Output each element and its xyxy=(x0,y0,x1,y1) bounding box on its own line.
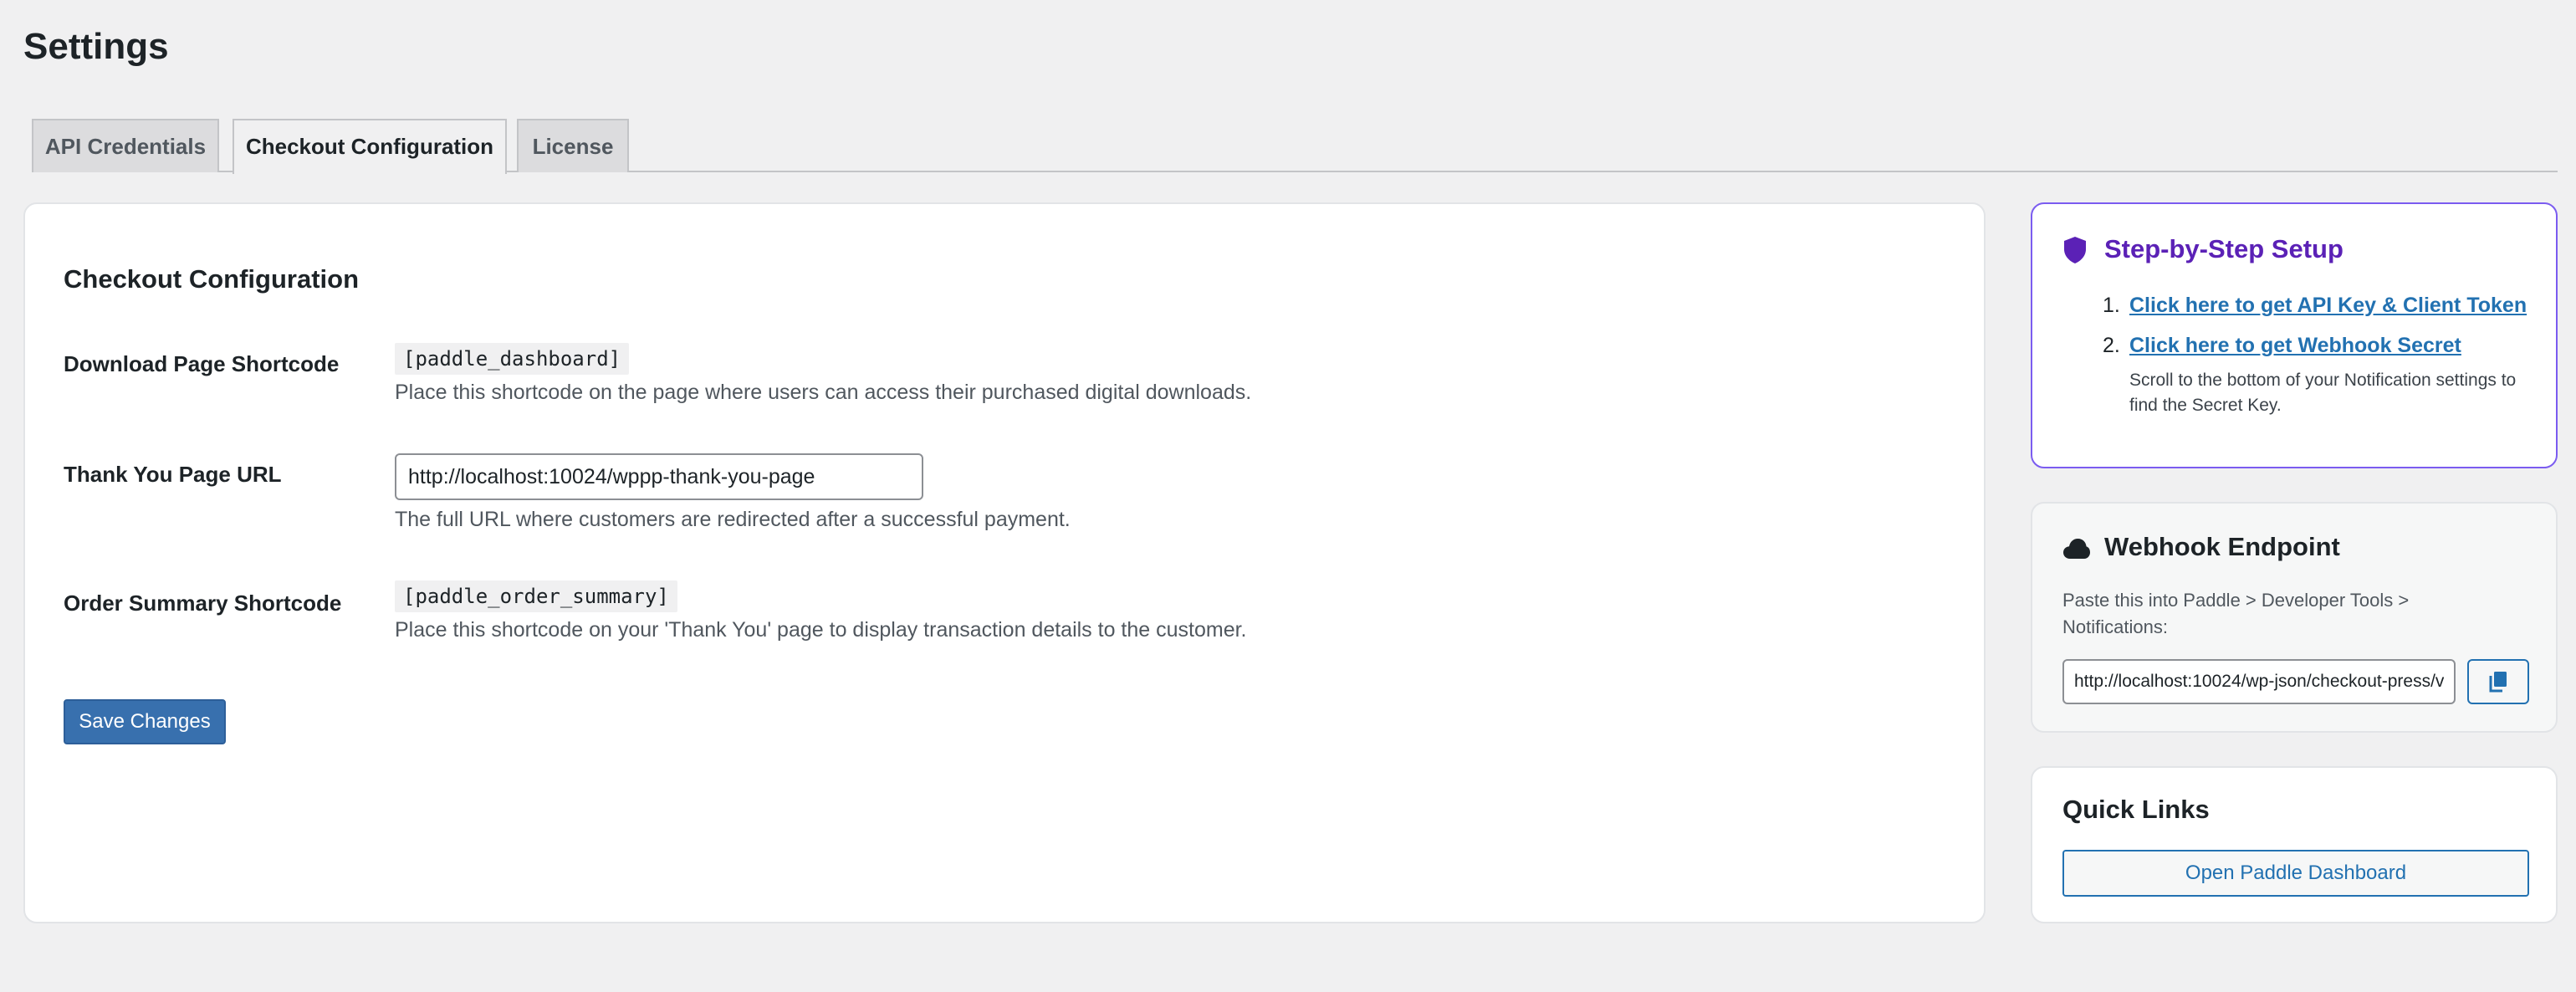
section-title: Checkout Configuration xyxy=(64,264,360,294)
open-paddle-dashboard-button[interactable]: Open Paddle Dashboard xyxy=(2062,850,2529,897)
order-summary-shortcode-help: Place this shortcode on your 'Thank You'… xyxy=(395,618,1247,642)
webhook-title: Webhook Endpoint xyxy=(2104,532,2340,561)
setup-title: Step-by-Step Setup xyxy=(2104,234,2343,263)
shield-icon xyxy=(2064,237,2086,263)
quick-links-title: Quick Links xyxy=(2062,795,2210,824)
download-shortcode: [paddle_dashboard] xyxy=(395,343,630,375)
step-number: 1. xyxy=(2103,294,2120,317)
settings-tabs: API Credentials Checkout Configuration L… xyxy=(32,119,2558,174)
order-summary-shortcode: [paddle_order_summary] xyxy=(395,580,677,612)
checkout-configuration-card: Checkout Configuration Download Page Sho… xyxy=(23,202,1986,923)
cloud-icon xyxy=(2063,539,2090,559)
download-shortcode-help: Place this shortcode on the page where u… xyxy=(395,381,1252,404)
step-number: 2. xyxy=(2103,334,2120,357)
order-summary-shortcode-label: Order Summary Shortcode xyxy=(64,591,342,616)
webhook-description: Paste this into Paddle > Developer Tools… xyxy=(2062,590,2410,637)
tab-checkout-configuration[interactable]: Checkout Configuration xyxy=(233,119,507,174)
copy-endpoint-button[interactable] xyxy=(2467,659,2529,704)
thank-you-url-help: The full URL where customers are redirec… xyxy=(395,508,1071,531)
webhook-secret-link[interactable]: Click here to get Webhook Secret xyxy=(2129,331,2461,360)
webhook-card: Webhook Endpoint Paste this into Paddle … xyxy=(2031,502,2558,733)
setup-card: Step-by-Step Setup 1. Click here to get … xyxy=(2031,202,2558,468)
download-shortcode-label: Download Page Shortcode xyxy=(64,351,340,376)
quick-links-card: Quick Links Open Paddle Dashboard xyxy=(2031,766,2558,923)
tab-api-credentials[interactable]: API Credentials xyxy=(32,119,219,172)
secret-key-note: Scroll to the bottom of your Notificatio… xyxy=(2129,371,2517,415)
save-changes-button[interactable]: Save Changes xyxy=(64,699,226,744)
copy-icon xyxy=(2489,672,2507,693)
tab-license[interactable]: License xyxy=(517,119,629,172)
thank-you-url-label: Thank You Page URL xyxy=(64,462,282,487)
webhook-endpoint-input[interactable] xyxy=(2062,659,2456,704)
thank-you-url-input[interactable] xyxy=(395,453,923,500)
page-title: Settings xyxy=(23,26,169,67)
api-key-link[interactable]: Click here to get API Key & Client Token xyxy=(2129,291,2527,320)
